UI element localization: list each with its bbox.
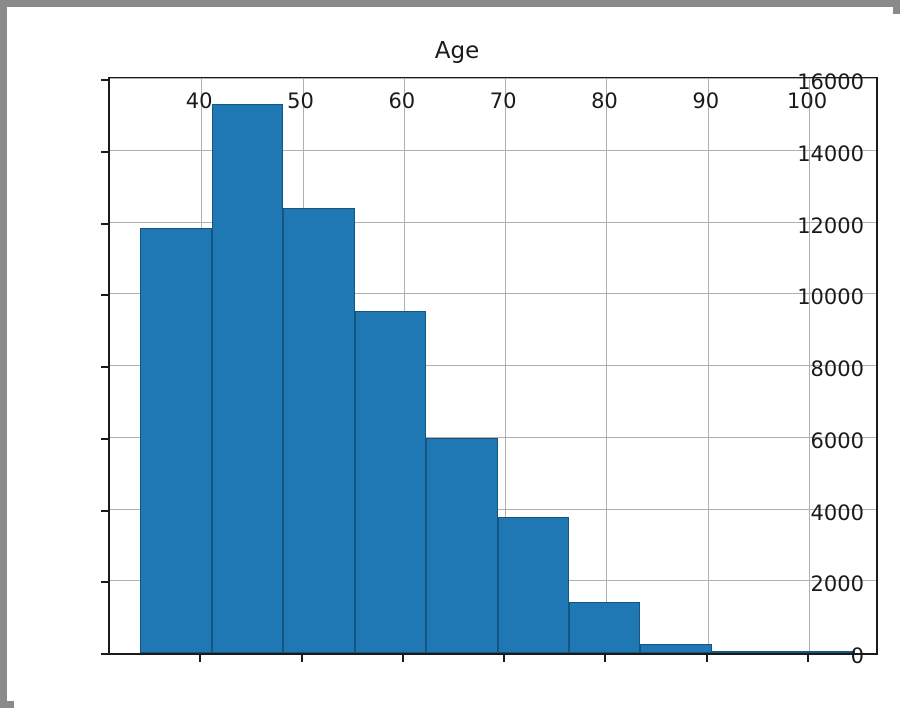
x-tick-mark [705,655,708,662]
histogram-bar [783,651,855,653]
histogram-bar [711,650,784,653]
matplotlib-figure: Age 0 2000 4000 6000 8000 10000 12000 14000 1600… [14,14,900,708]
histogram-bar [211,104,284,653]
histogram-bar [497,516,569,653]
x-tick-mark [401,655,404,662]
y-tick-mark [101,79,108,82]
histogram-bar [568,602,641,653]
y-tick-mark [101,437,108,440]
y-tick-mark [101,222,108,225]
page-title: Age [434,38,480,64]
y-tick-mark [101,581,108,584]
histogram-bar [354,310,427,653]
histogram-bar [283,208,355,653]
x-tick-mark [199,655,202,662]
histogram-bar [640,644,712,653]
histogram-bars [110,79,876,653]
x-tick-mark [300,655,303,662]
screenshot-root: Age 0 2000 4000 6000 8000 10000 12000 14000 1600… [0,0,900,708]
y-tick-mark [101,509,108,512]
y-tick-mark [101,294,108,297]
x-tick-mark [503,655,506,662]
y-tick-mark [101,653,108,655]
x-tick-mark [604,655,607,662]
figure-frame: Age 0 2000 4000 6000 8000 10000 12000 14000 1600… [0,0,900,708]
histogram-bar [426,437,498,653]
y-tick-mark [101,151,108,154]
plot-axes [108,77,878,655]
y-tick-mark [101,366,108,369]
histogram-bar [140,228,212,653]
x-tick-mark [807,655,810,662]
